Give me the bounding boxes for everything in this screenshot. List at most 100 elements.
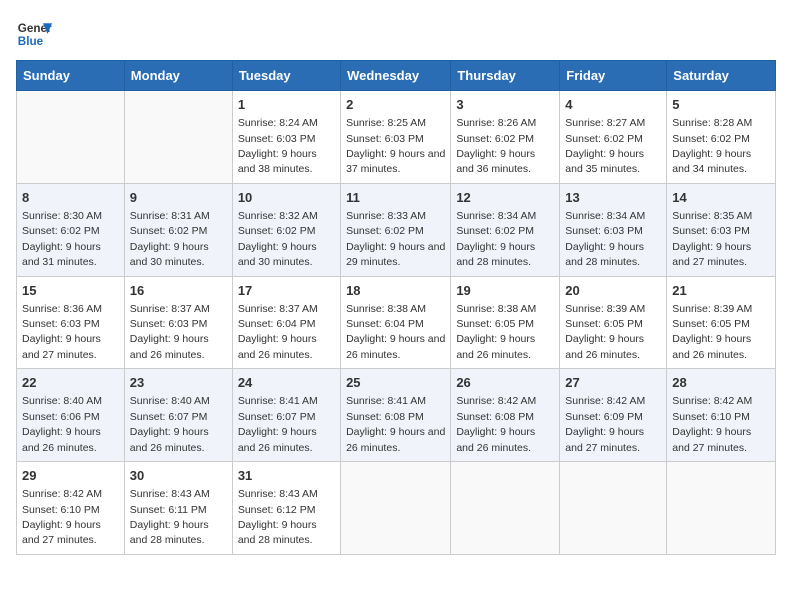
calendar-day-cell: 1 Sunrise: 8:24 AMSunset: 6:03 PMDaylight…: [232, 91, 340, 184]
day-number: 19: [456, 282, 554, 300]
day-info: Sunrise: 8:41 AMSunset: 6:08 PMDaylight:…: [346, 395, 445, 453]
column-header-saturday: Saturday: [667, 61, 776, 91]
day-number: 23: [130, 374, 227, 392]
calendar-day-cell: 31 Sunrise: 8:43 AMSunset: 6:12 PMDayligh…: [232, 462, 340, 555]
calendar-day-cell: 25 Sunrise: 8:41 AMSunset: 6:08 PMDayligh…: [341, 369, 451, 462]
day-info: Sunrise: 8:42 AMSunset: 6:10 PMDaylight:…: [22, 488, 102, 546]
column-header-sunday: Sunday: [17, 61, 125, 91]
calendar-day-cell: 28Sunrise: 8:42 AMSunset: 6:10 PMDayligh…: [667, 369, 776, 462]
calendar-header-row: SundayMondayTuesdayWednesdayThursdayFrid…: [17, 61, 776, 91]
day-number: 15: [22, 282, 119, 300]
calendar-day-cell: 20 Sunrise: 8:39 AMSunset: 6:05 PMDayligh…: [560, 276, 667, 369]
day-number: 21: [672, 282, 770, 300]
day-info: Sunrise: 8:27 AMSunset: 6:02 PMDaylight:…: [565, 117, 645, 175]
day-number: 11: [346, 189, 445, 207]
calendar-day-cell: 19 Sunrise: 8:38 AMSunset: 6:05 PMDayligh…: [451, 276, 560, 369]
calendar-day-cell: 15 Sunrise: 8:36 AMSunset: 6:03 PMDayligh…: [17, 276, 125, 369]
calendar-day-cell: 14Sunrise: 8:35 AMSunset: 6:03 PMDayligh…: [667, 183, 776, 276]
calendar-week-row: 15 Sunrise: 8:36 AMSunset: 6:03 PMDayligh…: [17, 276, 776, 369]
calendar-day-cell: 26 Sunrise: 8:42 AMSunset: 6:08 PMDayligh…: [451, 369, 560, 462]
calendar-week-row: 22 Sunrise: 8:40 AMSunset: 6:06 PMDayligh…: [17, 369, 776, 462]
day-number: 27: [565, 374, 661, 392]
calendar-day-cell: 27 Sunrise: 8:42 AMSunset: 6:09 PMDayligh…: [560, 369, 667, 462]
day-info: Sunrise: 8:38 AMSunset: 6:04 PMDaylight:…: [346, 303, 445, 361]
day-info: Sunrise: 8:34 AMSunset: 6:02 PMDaylight:…: [456, 210, 536, 268]
calendar-day-cell: 8Sunrise: 8:30 AMSunset: 6:02 PMDaylight…: [17, 183, 125, 276]
day-info: Sunrise: 8:38 AMSunset: 6:05 PMDaylight:…: [456, 303, 536, 361]
day-info: Sunrise: 8:30 AMSunset: 6:02 PMDaylight:…: [22, 210, 102, 268]
day-number: 2: [346, 96, 445, 114]
page-header: General Blue: [16, 16, 776, 52]
calendar-day-cell: 2 Sunrise: 8:25 AMSunset: 6:03 PMDaylight…: [341, 91, 451, 184]
day-info: Sunrise: 8:40 AMSunset: 6:06 PMDaylight:…: [22, 395, 102, 453]
day-info: Sunrise: 8:40 AMSunset: 6:07 PMDaylight:…: [130, 395, 210, 453]
calendar-day-cell: 5 Sunrise: 8:28 AMSunset: 6:02 PMDaylight…: [667, 91, 776, 184]
day-info: Sunrise: 8:24 AMSunset: 6:03 PMDaylight:…: [238, 117, 318, 175]
calendar-day-cell: 9 Sunrise: 8:31 AMSunset: 6:02 PMDaylight…: [124, 183, 232, 276]
day-info: Sunrise: 8:43 AMSunset: 6:11 PMDaylight:…: [130, 488, 210, 546]
day-number: 5: [672, 96, 770, 114]
column-header-tuesday: Tuesday: [232, 61, 340, 91]
column-header-thursday: Thursday: [451, 61, 560, 91]
day-number: 18: [346, 282, 445, 300]
column-header-friday: Friday: [560, 61, 667, 91]
empty-cell: [124, 91, 232, 184]
calendar-day-cell: 30 Sunrise: 8:43 AMSunset: 6:11 PMDayligh…: [124, 462, 232, 555]
day-number: 22: [22, 374, 119, 392]
calendar-body: 1 Sunrise: 8:24 AMSunset: 6:03 PMDaylight…: [17, 91, 776, 555]
day-info: Sunrise: 8:39 AMSunset: 6:05 PMDaylight:…: [672, 303, 752, 361]
calendar-day-cell: 18 Sunrise: 8:38 AMSunset: 6:04 PMDayligh…: [341, 276, 451, 369]
empty-cell: [341, 462, 451, 555]
day-info: Sunrise: 8:43 AMSunset: 6:12 PMDaylight:…: [238, 488, 318, 546]
day-number: 12: [456, 189, 554, 207]
day-info: Sunrise: 8:39 AMSunset: 6:05 PMDaylight:…: [565, 303, 645, 361]
day-number: 30: [130, 467, 227, 485]
calendar-day-cell: 12 Sunrise: 8:34 AMSunset: 6:02 PMDayligh…: [451, 183, 560, 276]
empty-cell: [451, 462, 560, 555]
column-header-wednesday: Wednesday: [341, 61, 451, 91]
logo-icon: General Blue: [16, 16, 52, 52]
calendar-day-cell: 3 Sunrise: 8:26 AMSunset: 6:02 PMDaylight…: [451, 91, 560, 184]
day-number: 4: [565, 96, 661, 114]
day-number: 20: [565, 282, 661, 300]
logo: General Blue: [16, 16, 52, 52]
calendar-day-cell: 4 Sunrise: 8:27 AMSunset: 6:02 PMDaylight…: [560, 91, 667, 184]
calendar-day-cell: 16Sunrise: 8:37 AMSunset: 6:03 PMDayligh…: [124, 276, 232, 369]
calendar-table: SundayMondayTuesdayWednesdayThursdayFrid…: [16, 60, 776, 555]
calendar-day-cell: 29Sunrise: 8:42 AMSunset: 6:10 PMDayligh…: [17, 462, 125, 555]
day-info: Sunrise: 8:31 AMSunset: 6:02 PMDaylight:…: [130, 210, 210, 268]
day-info: Sunrise: 8:28 AMSunset: 6:02 PMDaylight:…: [672, 117, 752, 175]
calendar-day-cell: 11 Sunrise: 8:33 AMSunset: 6:02 PMDayligh…: [341, 183, 451, 276]
calendar-day-cell: 21 Sunrise: 8:39 AMSunset: 6:05 PMDayligh…: [667, 276, 776, 369]
day-number: 3: [456, 96, 554, 114]
empty-cell: [667, 462, 776, 555]
day-number: 24: [238, 374, 335, 392]
day-info: Sunrise: 8:26 AMSunset: 6:02 PMDaylight:…: [456, 117, 536, 175]
day-number: 26: [456, 374, 554, 392]
day-info: Sunrise: 8:36 AMSunset: 6:03 PMDaylight:…: [22, 303, 102, 361]
day-number: 25: [346, 374, 445, 392]
day-info: Sunrise: 8:42 AMSunset: 6:08 PMDaylight:…: [456, 395, 536, 453]
day-info: Sunrise: 8:42 AMSunset: 6:09 PMDaylight:…: [565, 395, 645, 453]
day-number: 31: [238, 467, 335, 485]
calendar-day-cell: 17Sunrise: 8:37 AMSunset: 6:04 PMDayligh…: [232, 276, 340, 369]
calendar-day-cell: 22 Sunrise: 8:40 AMSunset: 6:06 PMDayligh…: [17, 369, 125, 462]
day-number: 1: [238, 96, 335, 114]
empty-cell: [560, 462, 667, 555]
day-info: Sunrise: 8:32 AMSunset: 6:02 PMDaylight:…: [238, 210, 318, 268]
calendar-week-row: 29Sunrise: 8:42 AMSunset: 6:10 PMDayligh…: [17, 462, 776, 555]
calendar-day-cell: 10 Sunrise: 8:32 AMSunset: 6:02 PMDayligh…: [232, 183, 340, 276]
svg-text:Blue: Blue: [18, 35, 44, 48]
calendar-week-row: 8Sunrise: 8:30 AMSunset: 6:02 PMDaylight…: [17, 183, 776, 276]
day-info: Sunrise: 8:34 AMSunset: 6:03 PMDaylight:…: [565, 210, 645, 268]
day-number: 16: [130, 282, 227, 300]
day-number: 10: [238, 189, 335, 207]
day-number: 14: [672, 189, 770, 207]
day-info: Sunrise: 8:42 AMSunset: 6:10 PMDaylight:…: [672, 395, 752, 453]
calendar-day-cell: 23 Sunrise: 8:40 AMSunset: 6:07 PMDayligh…: [124, 369, 232, 462]
day-info: Sunrise: 8:25 AMSunset: 6:03 PMDaylight:…: [346, 117, 445, 175]
day-number: 17: [238, 282, 335, 300]
day-number: 9: [130, 189, 227, 207]
day-info: Sunrise: 8:33 AMSunset: 6:02 PMDaylight:…: [346, 210, 445, 268]
column-header-monday: Monday: [124, 61, 232, 91]
